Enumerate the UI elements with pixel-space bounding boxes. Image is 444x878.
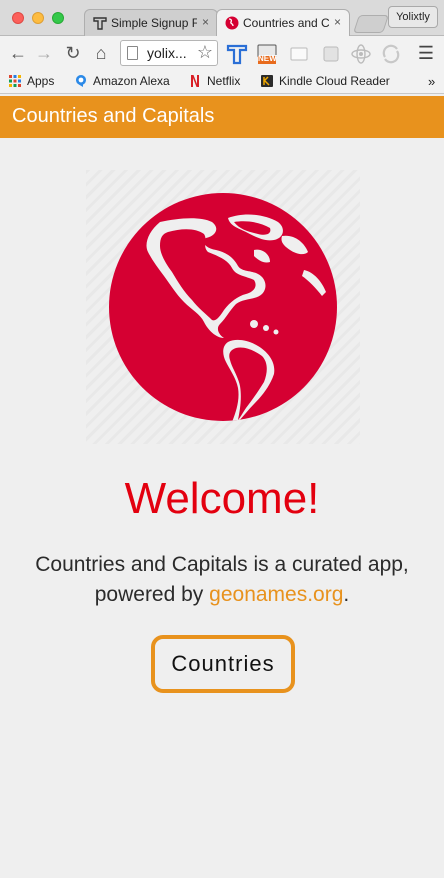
t-extension-icon[interactable] [226, 43, 248, 65]
browser-toolbar: ← → ↻ ⌂ yolix... ☆ NEW ☰ [0, 36, 444, 70]
url-text: yolix... [147, 45, 187, 61]
intro-period: . [343, 583, 350, 606]
sync-extension-icon[interactable] [380, 43, 402, 65]
bookmark-star-icon[interactable]: ☆ [197, 42, 213, 63]
profile-button[interactable]: Yolixtly [388, 6, 438, 28]
t-logo-icon [93, 17, 107, 30]
app-header: Countries and Capitals [0, 96, 444, 138]
welcome-heading: Welcome! [124, 474, 320, 523]
tab-close-icon[interactable]: × [202, 15, 209, 29]
new-badge: NEW [258, 54, 277, 63]
tab-title: Simple Signup F [111, 16, 197, 30]
new-extension-icon[interactable]: NEW [256, 43, 278, 65]
globe-icon [109, 193, 337, 421]
bookmark-apps[interactable]: Apps [8, 74, 54, 88]
bookmark-label: Amazon Alexa [93, 74, 170, 88]
bookmarks-bar: Apps Amazon Alexa Netflix Kindle Cloud R… [0, 70, 444, 94]
mail-extension-icon[interactable] [288, 43, 310, 65]
minimize-window-button[interactable] [32, 12, 44, 24]
tab-simple-signup[interactable]: Simple Signup F × [84, 9, 218, 37]
browser-tabstrip: Simple Signup F × Countries and C × Yoli… [0, 0, 444, 37]
address-bar[interactable]: yolix... ☆ [120, 40, 218, 66]
hero-image [86, 170, 360, 444]
tab-title: Countries and C [243, 16, 329, 30]
app-title[interactable]: Countries and Capitals [12, 105, 214, 128]
forward-arrow-icon[interactable]: → [34, 42, 54, 64]
atom-extension-icon[interactable] [350, 43, 372, 65]
tab-close-icon[interactable]: × [334, 15, 341, 29]
puzzle-extension-icon[interactable] [320, 43, 342, 65]
kindle-icon [261, 75, 273, 87]
bookmarks-overflow-button[interactable]: » [428, 74, 435, 89]
intro-paragraph: Countries and Capitals is a curated app,… [20, 550, 424, 610]
maximize-window-button[interactable] [52, 12, 64, 24]
bookmark-netflix[interactable]: Netflix [188, 74, 240, 88]
page-icon [127, 46, 138, 60]
bookmark-label: Netflix [207, 74, 241, 88]
home-icon[interactable]: ⌂ [90, 42, 112, 64]
back-arrow-icon[interactable]: ← [8, 42, 28, 64]
new-tab-button[interactable] [353, 15, 389, 33]
chrome-menu-icon[interactable]: ☰ [418, 43, 434, 64]
close-window-button[interactable] [12, 12, 24, 24]
globe-favicon-icon [225, 16, 239, 30]
netflix-icon [191, 75, 199, 87]
apps-grid-icon [9, 75, 21, 87]
geonames-link[interactable]: geonames.org [209, 583, 343, 606]
bookmark-amazon-alexa[interactable]: Amazon Alexa [74, 74, 170, 88]
countries-button[interactable]: Countries [151, 635, 295, 693]
reload-icon[interactable]: ↻ [62, 42, 84, 64]
tab-countries-and-capitals[interactable]: Countries and C × [216, 9, 350, 37]
bookmark-kindle-cloud-reader[interactable]: Kindle Cloud Reader [260, 74, 390, 88]
bookmark-label: Kindle Cloud Reader [279, 74, 390, 88]
alexa-icon [75, 74, 87, 87]
bookmark-label: Apps [27, 74, 55, 88]
